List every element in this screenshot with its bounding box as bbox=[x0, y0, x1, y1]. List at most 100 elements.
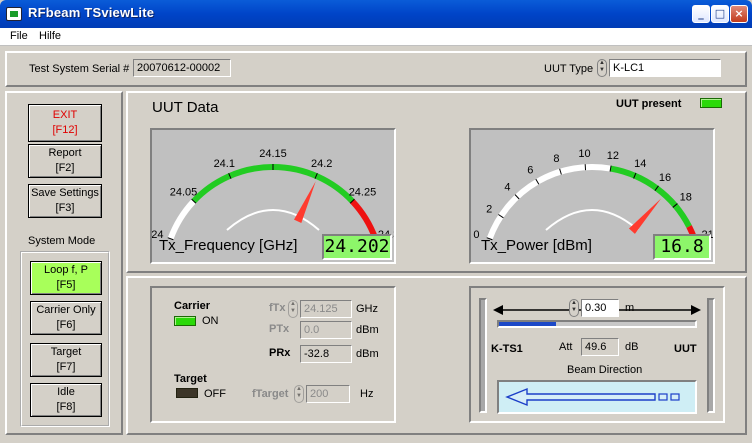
carrier-state: ON bbox=[202, 315, 219, 327]
serial-label: Test System Serial # bbox=[29, 63, 130, 75]
target-title: Target bbox=[174, 373, 207, 385]
system-mode-label: System Mode bbox=[28, 235, 96, 247]
header-panel: Test System Serial # 20070612-00002 UUT … bbox=[5, 51, 747, 87]
beam-group: ▲ ▼ 0.30 m K-TS1 UUT Att 49.6 dB Beam Dir… bbox=[469, 286, 725, 423]
frequency-tick-label: 24.2 bbox=[311, 158, 332, 170]
close-button[interactable]: × bbox=[730, 5, 748, 23]
prx-unit: dBm bbox=[356, 348, 379, 360]
app-icon bbox=[6, 7, 22, 21]
carrier-title: Carrier bbox=[174, 300, 211, 312]
uut-present-label: UUT present bbox=[616, 98, 682, 110]
maximize-button[interactable]: □ bbox=[711, 5, 729, 23]
frequency-arc-green bbox=[191, 164, 355, 204]
uut-type-field[interactable]: K-LC1 bbox=[609, 59, 721, 77]
beam-right-label: UUT bbox=[674, 343, 697, 355]
att-field: 49.6 bbox=[581, 338, 619, 356]
mode-target-line2: [F7] bbox=[56, 361, 76, 373]
menu-bar: File Hilfe bbox=[0, 28, 752, 46]
exit-line2: [F12] bbox=[52, 124, 78, 136]
system-mode-group: Loop f, P [F5] Carrier Only [F6] Target … bbox=[20, 251, 110, 427]
uut-type-spinner[interactable]: ▲ ▼ bbox=[597, 59, 607, 77]
frequency-tick-label: 24.15 bbox=[259, 148, 287, 160]
power-tick-label: 14 bbox=[634, 158, 646, 170]
mode-idle-line1: Idle bbox=[57, 386, 75, 398]
ftx-field[interactable]: 24.125 bbox=[300, 300, 352, 318]
ptx-field: 0.0 bbox=[300, 321, 352, 339]
menu-file[interactable]: File bbox=[10, 30, 28, 42]
uut-data-title: UUT Data bbox=[152, 99, 219, 116]
report-line1: Report bbox=[48, 147, 82, 159]
ftarget-unit: Hz bbox=[360, 388, 374, 400]
frequency-gauge-frame: 2424.0524.124.1524.224.2524.3 Tx_Frequen… bbox=[150, 128, 396, 264]
report-line2: [F2] bbox=[55, 162, 75, 174]
carrier-target-group: Carrier ON fTx ▲ ▼ 24.125 GHz PTx 0.0 dBm… bbox=[150, 286, 396, 423]
power-readout: 16.8 bbox=[653, 234, 711, 260]
save-line2: [F3] bbox=[55, 202, 75, 214]
mode-loop-line1: Loop f, P bbox=[43, 264, 89, 276]
mode-carrier-line1: Carrier Only bbox=[36, 304, 96, 316]
mode-target-button[interactable]: Target [F7] bbox=[30, 343, 102, 377]
ftx-label: fTx bbox=[269, 302, 286, 314]
ftx-spinner[interactable]: ▲ ▼ bbox=[288, 300, 298, 318]
distance-spinner[interactable]: ▲ ▼ bbox=[569, 299, 579, 317]
prx-label: PRx bbox=[269, 347, 291, 359]
beam-direction-arrow-icon bbox=[505, 387, 680, 407]
mode-target-line1: Target bbox=[50, 346, 82, 358]
uut-type-label: UUT Type bbox=[544, 63, 594, 75]
save-settings-button[interactable]: Save Settings [F3] bbox=[28, 184, 102, 218]
mode-carrier-line2: [F6] bbox=[56, 319, 76, 331]
mode-carrier-only-button[interactable]: Carrier Only [F6] bbox=[30, 301, 102, 335]
power-tick-label: 8 bbox=[553, 153, 559, 165]
beam-direction-display bbox=[497, 380, 697, 414]
power-gauge-frame: 02468101214161821 Tx_Power [dBm] 16.8 bbox=[469, 128, 715, 264]
frequency-tick-label: 24.1 bbox=[214, 158, 235, 170]
target-led bbox=[176, 388, 198, 398]
power-hub-arc bbox=[545, 209, 639, 231]
power-tick-label: 2 bbox=[486, 203, 492, 215]
power-arc-normal bbox=[486, 164, 612, 240]
att-unit: dB bbox=[625, 341, 639, 353]
prx-field: -32.8 bbox=[300, 345, 352, 363]
ptx-unit: dBm bbox=[356, 324, 379, 336]
title-bar[interactable]: RFbeam TSviewLite _ □ × bbox=[0, 0, 752, 28]
report-button[interactable]: Report [F2] bbox=[28, 144, 102, 178]
uut-data-panel: UUT Data UUT present 24 24.05 24.1 24.15 24.… bbox=[126, 91, 747, 273]
power-needle bbox=[628, 198, 662, 234]
beam-direction-label: Beam Direction bbox=[567, 364, 643, 376]
power-tick-label: 10 bbox=[578, 148, 590, 160]
frequency-label: Tx_Frequency [GHz] bbox=[159, 237, 298, 254]
frequency-tick-label: 24.25 bbox=[349, 187, 377, 199]
power-tick-label: 16 bbox=[659, 172, 671, 184]
beam-left-label: K-TS1 bbox=[491, 343, 523, 355]
ftx-unit: GHz bbox=[356, 303, 378, 315]
exit-line1: EXIT bbox=[52, 109, 78, 121]
menu-help[interactable]: Hilfe bbox=[39, 30, 61, 42]
distance-field[interactable]: 0.30 bbox=[581, 299, 619, 317]
carrier-led bbox=[174, 316, 196, 326]
control-panel: Carrier ON fTx ▲ ▼ 24.125 GHz PTx 0.0 dBm… bbox=[126, 276, 747, 435]
mode-idle-button[interactable]: Idle [F8] bbox=[30, 383, 102, 417]
mode-loop-button[interactable]: Loop f, P [F5] bbox=[30, 261, 102, 295]
beam-right-wall bbox=[707, 298, 715, 413]
power-tick-label: 0 bbox=[473, 229, 479, 241]
mode-loop-line2: [F5] bbox=[56, 279, 76, 291]
frequency-needle bbox=[294, 181, 316, 223]
ftarget-spinner[interactable]: ▲ ▼ bbox=[294, 385, 304, 403]
power-tick-label: 6 bbox=[527, 165, 533, 177]
mode-idle-line2: [F8] bbox=[56, 401, 76, 413]
window-title: RFbeam TSviewLite bbox=[28, 5, 155, 20]
beam-left-wall bbox=[479, 298, 487, 413]
frequency-arc-normal bbox=[167, 199, 196, 240]
power-tick-label: 18 bbox=[680, 191, 692, 203]
frequency-tick-label: 24.05 bbox=[170, 187, 198, 199]
sidebar-panel: EXIT [F12] Report [F2] Save Settings [F3… bbox=[5, 91, 123, 435]
uut-present-led bbox=[700, 98, 722, 108]
minimize-button[interactable]: _ bbox=[692, 5, 710, 23]
attenuation-bar bbox=[497, 320, 697, 328]
exit-button[interactable]: EXIT [F12] bbox=[28, 104, 102, 142]
power-tick-label: 4 bbox=[504, 182, 510, 194]
ftarget-field[interactable]: 200 bbox=[306, 385, 350, 403]
power-label: Tx_Power [dBm] bbox=[481, 237, 592, 254]
save-line1: Save Settings bbox=[31, 187, 99, 199]
attenuation-bar-fill bbox=[499, 322, 556, 326]
